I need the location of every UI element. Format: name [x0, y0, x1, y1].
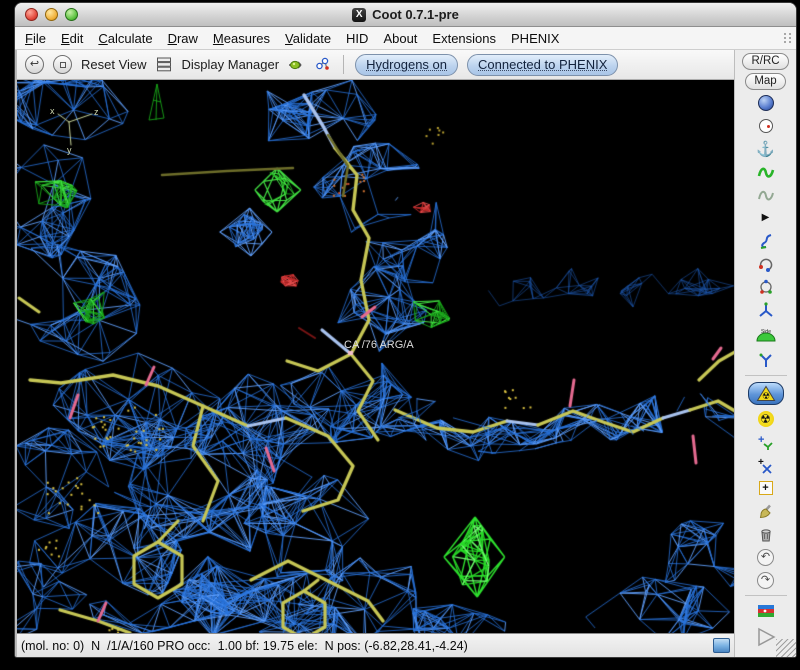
undo-button[interactable]: ↶ [757, 547, 774, 567]
redo-icon: ↷ [757, 571, 774, 589]
add-terminal-residue-button[interactable] [757, 350, 775, 370]
delete-button[interactable] [757, 524, 774, 544]
window-title: X Coot 0.7.1-pre [352, 7, 459, 22]
redo-button[interactable]: ↷ [757, 570, 774, 590]
fixed-atoms-button[interactable]: ▶ [762, 208, 770, 228]
radiation-button[interactable]: ☢ [757, 409, 774, 429]
trash-icon [761, 528, 771, 541]
map-button[interactable]: Map [745, 73, 786, 90]
svg-text:+: + [758, 434, 764, 446]
status-bar: (mol. no: 0) N /1/A/160 PRO occ: 1.00 bf… [17, 633, 734, 657]
menu-item-phenix[interactable]: PHENIX [511, 31, 559, 46]
right-toolbar: R/RC Map ⚓ ▶ Side ☢ ☢ + + + ↶ ↷ [734, 50, 796, 657]
brush-button[interactable] [757, 501, 774, 521]
back-arrow-icon: ↩ [29, 58, 40, 70]
regularize-squiggle-icon [757, 190, 774, 201]
menu-bar: File Edit Calculate Draw Measures Validate HID… [15, 27, 796, 50]
add-atom-button[interactable]: + [757, 455, 774, 475]
reset-view-button[interactable] [53, 55, 72, 74]
black-arrow-icon: ▶ [761, 212, 770, 223]
resize-grip[interactable] [776, 639, 796, 657]
density-canvas[interactable] [17, 80, 734, 633]
window-controls [25, 8, 78, 21]
x11-icon: X [352, 7, 367, 22]
flip-sidechain-button[interactable]: Side [754, 323, 778, 347]
ligand-flag-button[interactable] [757, 601, 775, 621]
zoom-window-button[interactable] [65, 8, 78, 21]
plus-box-icon: + [758, 481, 773, 495]
rigid-body-fit-button[interactable] [758, 231, 774, 251]
status-widget[interactable] [713, 638, 730, 653]
menu-item-calculate[interactable]: Calculate [98, 31, 152, 46]
add-alt-conf-button[interactable]: + [757, 432, 774, 452]
svg-text:☢: ☢ [761, 391, 769, 401]
menu-item-about[interactable]: About [383, 31, 417, 46]
real-space-refine-button[interactable] [757, 162, 775, 182]
close-window-button[interactable] [25, 8, 38, 21]
anchor-icon: ⚓ [756, 140, 775, 158]
reset-orientation-button[interactable]: ↩ [25, 55, 44, 74]
menu-item-extensions[interactable]: Extensions [432, 31, 496, 46]
terminal-residue-icon [759, 353, 772, 367]
anchor-button[interactable]: ⚓ [756, 139, 775, 159]
side-dome-icon: Side [755, 329, 776, 342]
molecule-icon[interactable] [314, 56, 332, 73]
active-pill: ☢ [747, 382, 784, 405]
menu-item-validate[interactable]: Validate [285, 31, 331, 46]
menu-item-file[interactable]: File [25, 31, 46, 46]
title-bar[interactable]: X Coot 0.7.1-pre [15, 3, 796, 27]
molecular-viewport[interactable]: CA /76 ARG/A x z y [17, 80, 734, 633]
minimize-window-button[interactable] [45, 8, 58, 21]
refine-squiggle-icon [757, 167, 774, 178]
regularize-zone-button[interactable] [757, 185, 775, 205]
add-atom-icon: + [758, 457, 772, 474]
active-tool-button[interactable]: ☢ [747, 381, 784, 406]
reset-view-label[interactable]: Reset View [81, 57, 147, 72]
main-toolbar: ↩ Reset View Display Manager Hydrogens o… [17, 50, 734, 80]
flag-icon [757, 605, 774, 617]
phenix-connection-button[interactable]: Connected to PHENIX [467, 53, 619, 76]
add-residue-button[interactable]: + [758, 478, 773, 498]
rotamers-icon [758, 302, 773, 317]
menu-item-draw[interactable]: Draw [168, 31, 198, 46]
radiation-icon: ☢ [757, 411, 774, 427]
rotamers-button[interactable] [757, 300, 775, 320]
toolbar-separator [343, 55, 345, 74]
brush-icon [759, 504, 771, 518]
menu-item-measures[interactable]: Measures [213, 31, 270, 46]
rotate-translate-button[interactable] [757, 254, 774, 274]
toolbar-divider [744, 375, 787, 376]
recentre-button[interactable] [758, 116, 773, 136]
hydrogens-toggle-button[interactable]: Hydrogens on [355, 53, 459, 76]
coot-window: X Coot 0.7.1-pre File Edit Calculate Draw Me… [14, 2, 797, 658]
menu-grip-icon [784, 33, 786, 35]
status-text: (mol. no: 0) N /1/A/160 PRO occ: 1.00 bf… [21, 638, 468, 653]
auto-fit-rotamer-button[interactable] [757, 277, 775, 297]
auto-fit-rotamer-icon [759, 279, 772, 294]
toolbar-divider-2 [744, 595, 787, 596]
display-manager-label[interactable]: Display Manager [182, 57, 280, 72]
recentre-icon [758, 119, 773, 133]
svg-text:Side: Side [760, 329, 770, 335]
rigid-body-icon [760, 234, 771, 249]
globe-icon [757, 95, 774, 111]
view-sphere-button[interactable] [757, 93, 774, 113]
rotate-translate-icon [759, 258, 773, 272]
window-title-text: Coot 0.7.1-pre [372, 7, 459, 22]
go-to-atom-icon[interactable] [288, 57, 305, 73]
undo-icon: ↶ [757, 548, 774, 566]
radiation-triangle-icon: ☢ [756, 385, 775, 401]
menu-item-hid[interactable]: HID [346, 31, 368, 46]
display-manager-icon [156, 57, 171, 72]
stop-square-icon [59, 61, 66, 68]
add-alt-conf-icon: + [758, 434, 773, 450]
menu-item-edit[interactable]: Edit [61, 31, 83, 46]
rrc-button[interactable]: R/RC [742, 53, 789, 70]
